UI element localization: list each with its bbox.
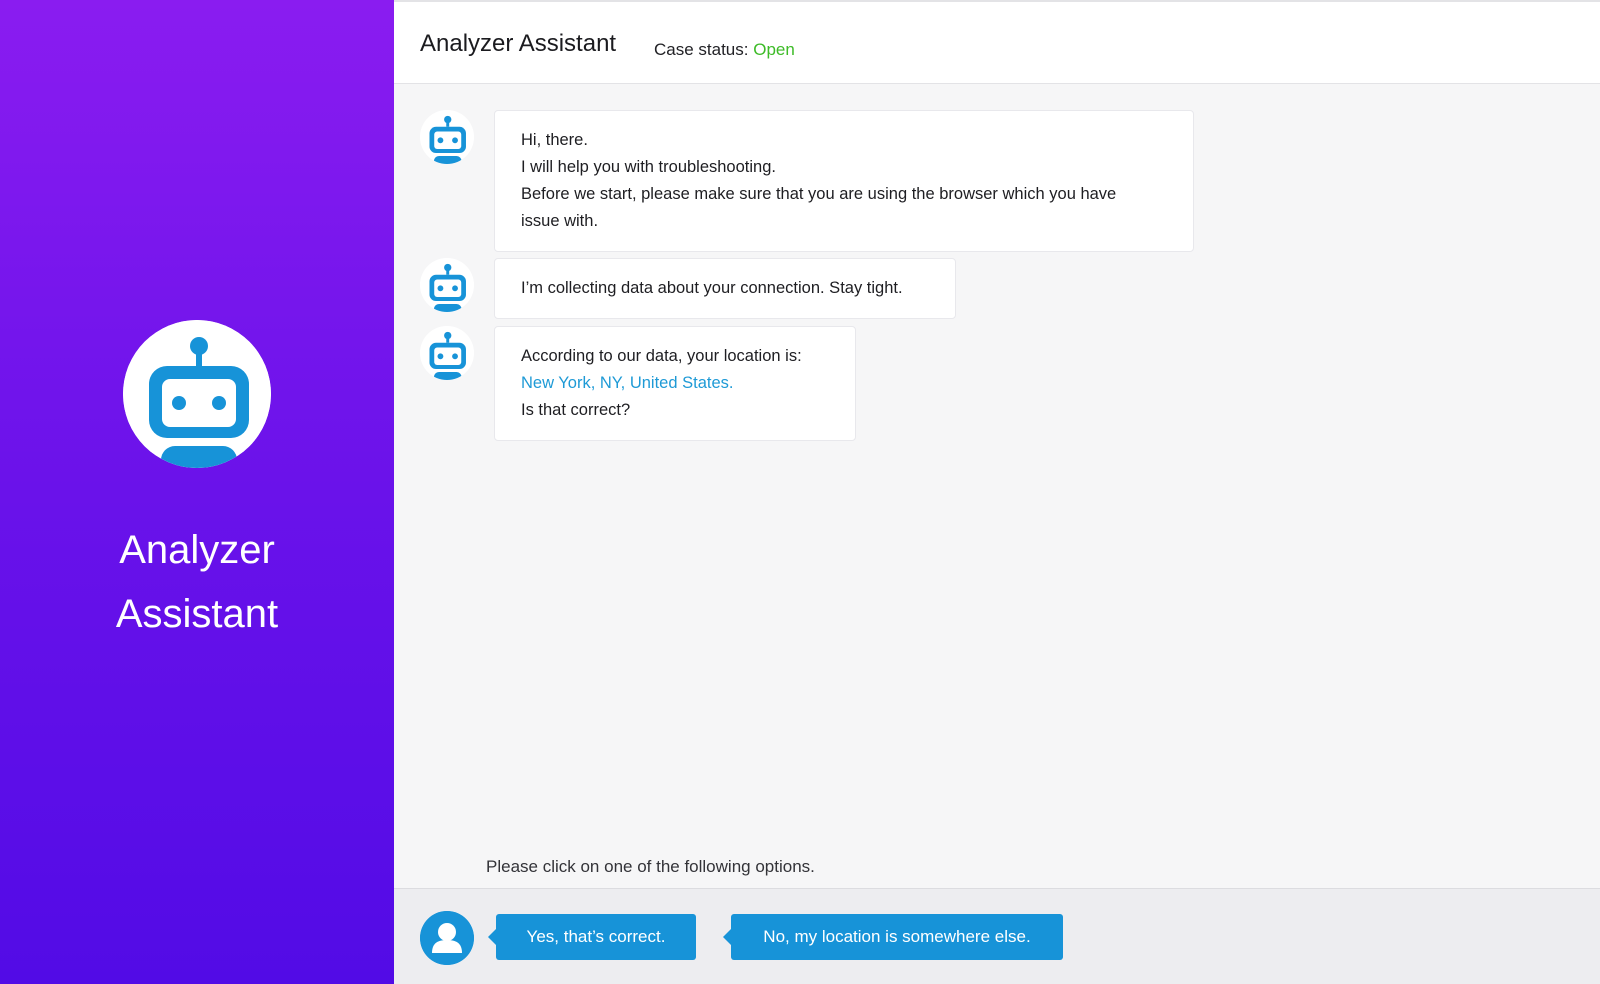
case-status-label: Case status: [654,40,749,59]
page-title: Analyzer Assistant [420,30,617,57]
header-bar: Analyzer Assistant Case status: Open [394,0,1600,84]
user-icon [420,911,474,965]
sidebar-title-line1: Analyzer [119,528,275,572]
message-bubble: I’m collecting data about your connectio… [494,258,956,319]
message-line: I will help you with troubleshooting. [521,158,776,176]
robot-icon [420,258,474,312]
message-line: Before we start, please make sure that y… [521,185,1117,203]
message-line: Is that correct? [521,401,631,419]
options-prompt: Please click on one of the following opt… [486,857,815,876]
chat-panel: Analyzer Assistant Case status: Open Hi,… [394,0,1600,984]
message-line: issue with. [521,212,599,230]
yes-correct-button[interactable]: Yes, that’s correct. [488,914,696,960]
case-status: Case status: Open [654,40,795,60]
message-bubble: Hi, there. I will help you with troubles… [494,110,1194,252]
message-line: Hi, there. [521,131,588,149]
case-status-value: Open [753,40,795,59]
robot-icon [420,326,474,380]
robot-icon [420,110,474,164]
message-bubble: According to our data, your location is:… [494,326,856,441]
sidebar: Analyzer Assistant [0,0,394,984]
sidebar-title-line2: Assistant [115,592,279,636]
robot-icon [123,320,271,468]
no-elsewhere-button[interactable]: No, my location is somewhere else. [723,914,1063,960]
message-line: I’m collecting data about your connectio… [521,279,903,297]
message-line: According to our data, your location is: [521,347,802,365]
location-link[interactable]: New York, NY, United States. [521,370,829,397]
options-bar: Yes, that’s correct. No, my location is … [394,888,1600,984]
